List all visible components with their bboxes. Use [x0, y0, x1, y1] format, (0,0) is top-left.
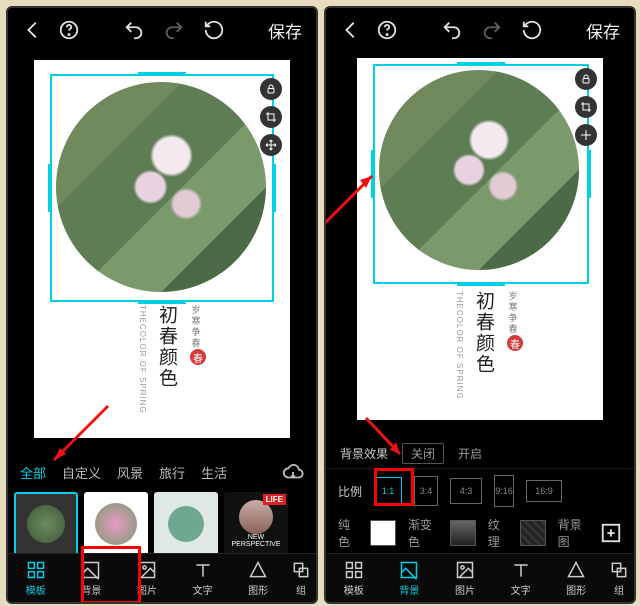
caption-large: 初春颜色 — [470, 291, 497, 400]
undo-icon[interactable] — [123, 19, 145, 41]
seal-icon: 春 — [507, 335, 523, 351]
swatch-grad[interactable] — [450, 520, 476, 546]
nav-group[interactable]: 组 — [604, 554, 634, 602]
crop-icon[interactable] — [260, 106, 282, 128]
selection-box[interactable] — [373, 64, 589, 284]
bottom-nav: 模板 背景 图片 文字 图形 组 — [326, 553, 634, 602]
ratio-16-9[interactable]: 16:9 — [526, 480, 562, 502]
caption[interactable]: THECOLOR OF SPRING 初春颜色 岁寒争春 春 — [455, 291, 523, 400]
thumb-item[interactable] — [154, 492, 218, 556]
ratio-9-16[interactable]: 9:16 — [494, 475, 514, 507]
save-button[interactable]: 保存 — [268, 18, 316, 43]
texture-label[interactable]: 纹理 — [488, 516, 508, 550]
filter-tab[interactable]: 旅行 — [159, 463, 185, 482]
seal-icon: 春 — [190, 349, 206, 365]
ratio-label: 比例 — [338, 483, 362, 500]
caption-en: THECOLOR OF SPRING — [138, 305, 147, 414]
ratio-4-3[interactable]: 4:3 — [450, 478, 482, 504]
swatch-white[interactable] — [370, 520, 396, 546]
back-icon[interactable] — [22, 19, 44, 41]
nav-text[interactable]: 文字 — [493, 554, 549, 602]
save-button[interactable]: 保存 — [586, 18, 634, 43]
color-label: 纯色 — [338, 516, 358, 550]
help-icon[interactable] — [58, 19, 80, 41]
filter-tab[interactable]: 生活 — [201, 463, 227, 482]
redo-icon[interactable] — [481, 19, 503, 41]
filter-tab[interactable]: 自定义 — [62, 463, 101, 482]
nav-background[interactable]: 背景 — [382, 554, 438, 602]
nav-image[interactable]: 图片 — [119, 554, 175, 602]
nav-shape[interactable]: 图形 — [230, 554, 286, 602]
caption[interactable]: THECOLOR OF SPRING 初春颜色 岁寒争春 春 — [138, 305, 206, 414]
back-icon[interactable] — [340, 19, 362, 41]
thumb-item[interactable]: LIFE NEWPERSPECTIVE — [224, 492, 288, 556]
bgfx-on[interactable]: 开启 — [458, 445, 482, 462]
nav-image[interactable]: 图片 — [437, 554, 493, 602]
nav-shape[interactable]: 图形 — [548, 554, 604, 602]
phone-left: 保存 THECOLOR OF SPRING 初春颜色 岁寒争春 春 全部 自定义 — [6, 6, 318, 604]
canvas-area[interactable]: THECOLOR OF SPRING 初春颜色 岁寒争春 春 — [326, 52, 634, 438]
caption-en: THECOLOR OF SPRING — [455, 291, 464, 400]
cloud-icon[interactable] — [282, 461, 304, 483]
nav-template[interactable]: 模板 — [8, 554, 64, 602]
caption-small: 岁寒争春 — [507, 291, 520, 335]
ratio-3-4[interactable]: 3:4 — [414, 476, 438, 506]
lock-icon[interactable] — [575, 68, 597, 90]
move-icon[interactable] — [260, 134, 282, 156]
gradient-label[interactable]: 渐变色 — [408, 516, 438, 550]
bgfx-off[interactable]: 关闭 — [402, 443, 444, 464]
nav-text[interactable]: 文字 — [175, 554, 231, 602]
filter-tabs: 全部 自定义 风景 旅行 生活 — [8, 456, 316, 488]
nav-background[interactable]: 背景 — [64, 554, 120, 602]
filter-tab[interactable]: 风景 — [117, 463, 143, 482]
thumb-item[interactable] — [84, 492, 148, 556]
color-row: 纯色 渐变色 纹理 背景图 — [326, 513, 634, 553]
bgfx-label: 背景效果 — [340, 445, 388, 462]
reset-icon[interactable] — [203, 19, 225, 41]
topbar: 保存 — [326, 8, 634, 52]
caption-large: 初春颜色 — [153, 305, 180, 414]
canvas-area[interactable]: THECOLOR OF SPRING 初春颜色 岁寒争春 春 — [8, 52, 316, 456]
redo-icon[interactable] — [163, 19, 185, 41]
bgimg-label[interactable]: 背景图 — [558, 516, 588, 550]
selection-box[interactable] — [50, 74, 274, 302]
ratio-row: 比例 1:1 3:4 4:3 9:16 16:9 — [326, 469, 634, 513]
thumb-item[interactable] — [14, 492, 78, 556]
add-image-icon[interactable] — [600, 522, 622, 544]
template-thumbs: LIFE NEWPERSPECTIVE — [8, 488, 316, 560]
undo-icon[interactable] — [441, 19, 463, 41]
crop-icon[interactable] — [575, 96, 597, 118]
poster-page: THECOLOR OF SPRING 初春颜色 岁寒争春 春 — [34, 60, 290, 438]
reset-icon[interactable] — [521, 19, 543, 41]
nav-template[interactable]: 模板 — [326, 554, 382, 602]
lock-icon[interactable] — [260, 78, 282, 100]
caption-small: 岁寒争春 — [190, 305, 203, 349]
ratio-1-1[interactable]: 1:1 — [374, 477, 402, 505]
topbar: 保存 — [8, 8, 316, 52]
phone-right: 保存 THECOLOR OF SPRING 初春颜色 岁寒争春 春 背景效果 关… — [324, 6, 636, 604]
nav-group[interactable]: 组 — [286, 554, 316, 602]
poster-page: THECOLOR OF SPRING 初春颜色 岁寒争春 春 — [357, 58, 603, 420]
bottom-nav: 模板 背景 图片 文字 图形 组 — [8, 553, 316, 602]
help-icon[interactable] — [376, 19, 398, 41]
move-icon[interactable] — [575, 124, 597, 146]
swatch-tex[interactable] — [520, 520, 546, 546]
bgfx-row: 背景效果 关闭 开启 — [326, 438, 634, 469]
filter-tab[interactable]: 全部 — [20, 463, 46, 482]
